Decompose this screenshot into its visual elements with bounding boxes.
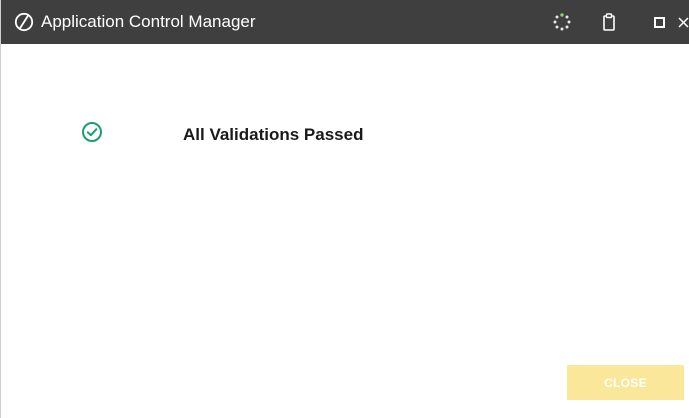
close-icon[interactable] xyxy=(673,10,689,34)
dialog-content: All Validations Passed CLOSE xyxy=(1,44,689,418)
check-circle-icon xyxy=(82,122,102,142)
window-title: Application Control Manager xyxy=(41,12,256,31)
maximize-icon[interactable] xyxy=(650,12,670,32)
clipboard-icon[interactable] xyxy=(599,12,619,32)
app-window: Application Control Manager All Validati… xyxy=(0,0,689,418)
spinner-icon xyxy=(553,13,571,31)
app-logo-icon xyxy=(14,12,34,32)
title-bar[interactable]: Application Control Manager xyxy=(1,0,689,44)
close-button[interactable]: CLOSE xyxy=(567,365,684,400)
status-message: All Validations Passed xyxy=(183,125,364,144)
